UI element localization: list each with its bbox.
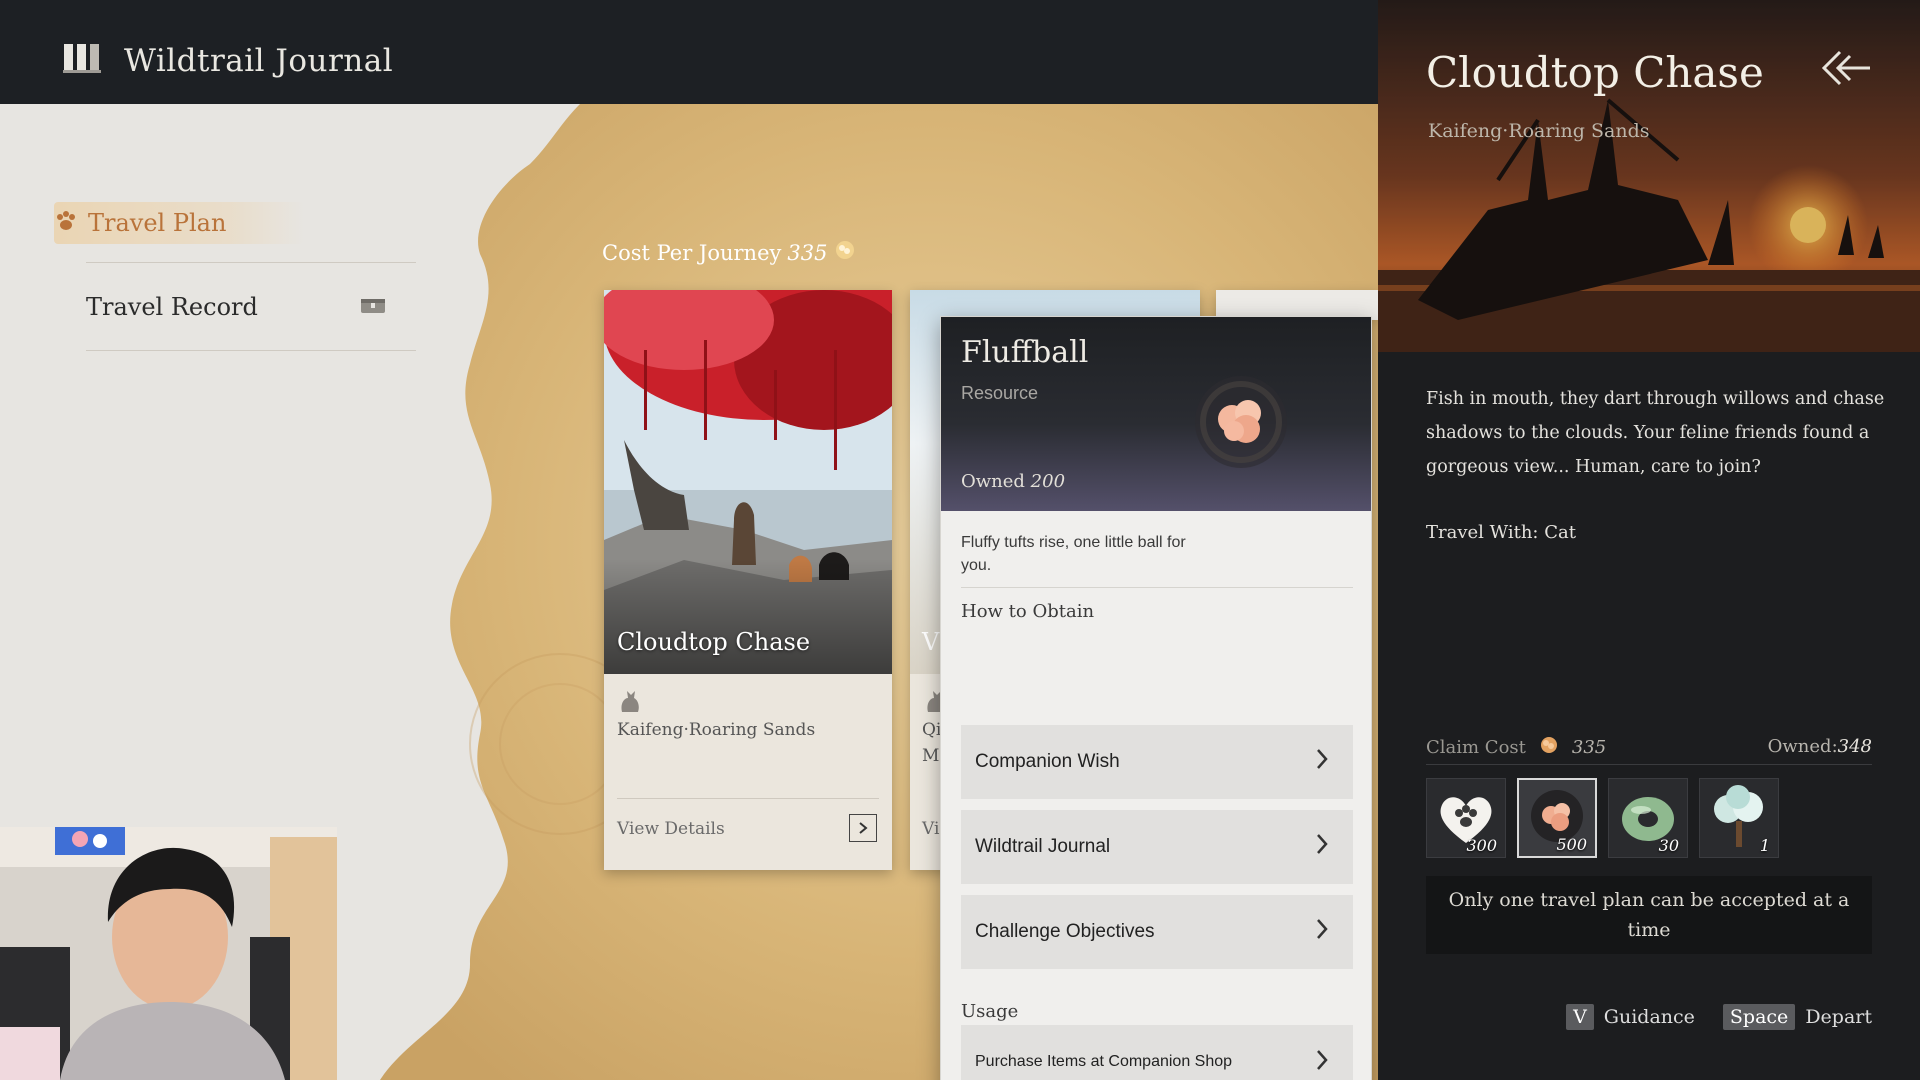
tooltip-divider: [961, 587, 1353, 588]
owned-label: Owned:: [1767, 736, 1838, 757]
nav-travel-plan-label: Travel Plan: [88, 209, 227, 237]
webcam-overlay: [0, 827, 337, 1080]
nav-travel-plan[interactable]: Travel Plan: [54, 202, 304, 244]
card-scene-image: [604, 290, 892, 674]
key-hints: V Guidance Space Depart: [1566, 1004, 1872, 1030]
travel-with: Travel With: Cat: [1426, 522, 1576, 543]
item-description: Fluffy tufts rise, one little ball for y…: [961, 534, 1186, 574]
card-location: Kaifeng·Roaring Sands: [617, 720, 816, 740]
claim-cost-value: 335: [1571, 737, 1607, 758]
header: Wildtrail Journal: [62, 40, 393, 81]
detail-title: Cloudtop Chase: [1426, 48, 1764, 97]
journal-book-icon: [62, 40, 102, 81]
resource-count: 30: [1658, 836, 1679, 855]
top-bar: Wildtrail Journal: [0, 0, 1378, 104]
claim-cost: Claim Cost 335: [1426, 734, 1606, 761]
item-tooltip: Fluffball Resource Owned 200 Fluffy tuft…: [940, 316, 1372, 1080]
nav-divider: [86, 262, 416, 263]
item-type: Resource: [961, 383, 1039, 403]
chevron-right-icon: [1315, 833, 1329, 861]
chest-icon: [360, 295, 386, 320]
owned-label: Owned: [961, 471, 1025, 492]
view-details-link[interactable]: View Details: [617, 819, 725, 839]
usage-label: Purchase Items at Companion Shop: [975, 1053, 1233, 1070]
travel-card-cloudtop-chase[interactable]: Cloudtop Chase Kaifeng·Roaring Sands Vie…: [604, 290, 892, 870]
guidance-key[interactable]: V: [1566, 1004, 1594, 1030]
page-title: Wildtrail Journal: [124, 42, 394, 79]
obtain-label: Companion Wish: [975, 751, 1120, 772]
resource-tile-blossom-tree[interactable]: 1: [1699, 778, 1779, 858]
detail-subtitle: Kaifeng·Roaring Sands: [1428, 120, 1650, 142]
fluff-coin-icon: [1538, 734, 1560, 761]
obtain-wildtrail-journal-button[interactable]: Wildtrail Journal: [961, 810, 1353, 884]
owned-value: 348: [1837, 736, 1872, 757]
cost-value: 335: [787, 240, 828, 265]
depart-label[interactable]: Depart: [1805, 1006, 1872, 1028]
fluffball-icon: [1186, 367, 1296, 482]
obtain-companion-wish-button[interactable]: Companion Wish: [961, 725, 1353, 799]
cost-label: Cost Per Journey: [602, 240, 782, 265]
view-details-arrow-icon[interactable]: [849, 814, 877, 842]
obtain-label: Wildtrail Journal: [975, 836, 1111, 857]
usage-heading: Usage: [961, 1001, 1019, 1022]
fluff-coin-icon: [833, 238, 857, 267]
back-arrow-icon[interactable]: [1818, 48, 1874, 93]
obtain-challenge-objectives-button[interactable]: Challenge Objectives: [961, 895, 1353, 969]
view-details-link[interactable]: Vi: [922, 819, 939, 839]
cost-per-journey: Cost Per Journey 335: [602, 238, 857, 267]
usage-companion-shop-button[interactable]: Purchase Items at Companion Shop: [961, 1025, 1353, 1080]
card-title: Cloudtop Chase: [617, 628, 811, 656]
card-title: V: [922, 628, 940, 656]
chevron-right-icon: [1315, 918, 1329, 946]
obtain-label: Challenge Objectives: [975, 921, 1155, 942]
how-to-obtain-heading: How to Obtain: [961, 601, 1095, 622]
cat-icon: [618, 688, 642, 719]
owned-count: Owned:348: [1768, 736, 1872, 757]
detail-description: Fish in mouth, they dart through willows…: [1426, 389, 1885, 477]
nav-travel-record-label: Travel Record: [86, 293, 258, 321]
paw-icon: [54, 209, 78, 238]
resource-tile-jade-ring[interactable]: 30: [1608, 778, 1688, 858]
resource-count: 1: [1759, 836, 1770, 855]
game-screen: Wildtrail Journal Travel Plan Travel Rec…: [0, 0, 1920, 1080]
guidance-label[interactable]: Guidance: [1604, 1006, 1695, 1028]
claim-cost-label: Claim Cost: [1426, 737, 1526, 758]
resource-tile-paw-heart[interactable]: 300: [1426, 778, 1506, 858]
card-location: Qi: [922, 720, 942, 740]
card-location: M: [922, 746, 940, 766]
depart-key[interactable]: Space: [1722, 1004, 1796, 1030]
travel-plan-notice: Only one travel plan can be accepted at …: [1426, 876, 1872, 954]
nav-divider: [86, 350, 416, 351]
tooltip-header: Fluffball Resource Owned 200: [941, 317, 1371, 511]
resource-count: 300: [1466, 836, 1497, 855]
item-owned: Owned 200: [961, 471, 1065, 492]
card-divider: [617, 798, 879, 799]
claim-divider: [1426, 764, 1872, 765]
resource-count: 500: [1556, 835, 1587, 854]
detail-panel: Cloudtop Chase Kaifeng·Roaring Sands Fis…: [1378, 0, 1920, 1080]
item-name: Fluffball: [961, 335, 1089, 370]
chevron-right-icon: [1315, 1049, 1329, 1076]
nav-travel-record[interactable]: Travel Record: [86, 286, 386, 328]
resource-tile-fluffball[interactable]: 500: [1517, 778, 1597, 858]
owned-value: 200: [1030, 471, 1066, 492]
chevron-right-icon: [1315, 748, 1329, 776]
